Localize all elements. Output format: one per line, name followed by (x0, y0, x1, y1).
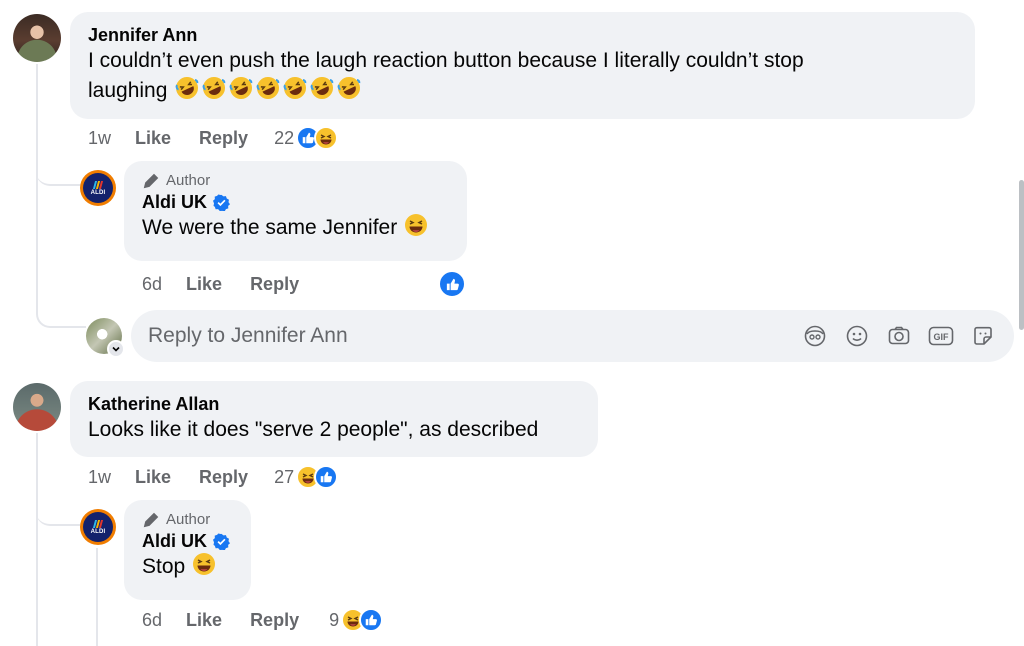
avatar[interactable]: ALDI (80, 509, 116, 545)
comment-timestamp[interactable]: 1w (88, 467, 111, 488)
avatar[interactable]: ALDI (80, 170, 116, 206)
reply-bubble: Author Aldi UK Stop (124, 500, 251, 600)
avatar[interactable] (13, 14, 61, 62)
reply-author[interactable]: Aldi UK (142, 191, 207, 213)
sticker-icon[interactable] (970, 323, 996, 349)
verified-badge-icon (213, 533, 230, 550)
rolling-laughing-emoji (175, 76, 199, 109)
haha-reaction-icon[interactable] (314, 126, 339, 150)
grinning-squinting-emoji (404, 213, 428, 246)
thread-branch (36, 500, 80, 526)
avatar[interactable] (13, 383, 61, 431)
reply-button[interactable]: Reply (199, 128, 248, 149)
like-button[interactable]: Like (135, 467, 171, 488)
reaction-count[interactable]: 9 (329, 610, 339, 631)
reply-text: Stop (142, 552, 237, 585)
rolling-laughing-emoji (256, 76, 280, 109)
pen-icon (143, 173, 159, 189)
comment-text-line2: laughing (88, 79, 168, 102)
verified-badge-icon (213, 194, 230, 211)
comment-bubble: Jennifer Ann I couldn’t even push the la… (70, 12, 975, 119)
reply-input[interactable]: Reply to Jennifer Ann GIF (131, 310, 1014, 362)
rolling-laughing-emoji (310, 76, 334, 109)
pen-icon (143, 512, 159, 528)
reply-text: We were the same Jennifer (142, 213, 453, 246)
comment-thread: Jennifer Ann I couldn’t even push the la… (0, 0, 1024, 646)
comment-author[interactable]: Jennifer Ann (88, 24, 961, 46)
comment-bubble: Katherine Allan Looks like it does "serv… (70, 381, 598, 457)
comment-timestamp[interactable]: 1w (88, 128, 111, 149)
comment-actions: 1w Like Reply 27 (88, 463, 339, 491)
like-button[interactable]: Like (186, 274, 222, 295)
thread-line (36, 433, 38, 646)
reply-actions: 6d Like Reply (142, 270, 327, 298)
comment-actions: 1w Like Reply 22 (88, 124, 339, 152)
author-badge: Author (142, 171, 453, 191)
avatar-sticker-icon[interactable] (802, 323, 828, 349)
thread-line (36, 64, 38, 306)
like-button[interactable]: Like (135, 128, 171, 149)
grinning-squinting-emoji (192, 552, 216, 585)
aldi-logo-text: ALDI (90, 189, 106, 196)
like-reaction-icon[interactable] (438, 270, 466, 298)
laughing-emoji-row (173, 77, 361, 102)
rolling-laughing-emoji (283, 76, 307, 109)
aldi-logo-text: ALDI (90, 528, 106, 535)
reply-author[interactable]: Aldi UK (142, 530, 207, 552)
comment-text-line1: I couldn’t even push the laugh reaction … (88, 49, 804, 72)
reaction-count[interactable]: 22 (274, 128, 294, 149)
reply-button[interactable]: Reply (250, 610, 299, 631)
comment-text: I couldn’t even push the laugh reaction … (88, 46, 961, 109)
scrollbar[interactable] (1019, 180, 1024, 330)
gif-icon[interactable]: GIF (928, 323, 954, 349)
chevron-down-icon[interactable] (107, 340, 125, 358)
reply-bubble: Author Aldi UK We were the same Jennifer (124, 161, 467, 261)
reply-timestamp[interactable]: 6d (142, 274, 162, 295)
reply-actions: 6d Like Reply 9 (142, 606, 384, 634)
like-button[interactable]: Like (186, 610, 222, 631)
camera-icon[interactable] (886, 323, 912, 349)
thread-branch (36, 160, 80, 186)
rolling-laughing-emoji (229, 76, 253, 109)
rolling-laughing-emoji (337, 76, 361, 109)
thread-line (96, 548, 98, 646)
author-badge-label: Author (166, 172, 211, 189)
author-badge: Author (142, 510, 237, 530)
reply-button[interactable]: Reply (199, 467, 248, 488)
reply-timestamp[interactable]: 6d (142, 610, 162, 631)
like-reaction-icon[interactable] (314, 465, 339, 489)
author-badge-label: Author (166, 511, 211, 528)
thread-branch (36, 300, 86, 328)
composer-icons: GIF (802, 323, 996, 349)
comment-author[interactable]: Katherine Allan (88, 393, 584, 415)
reaction-count[interactable]: 27 (274, 467, 294, 488)
emoji-icon[interactable] (844, 323, 870, 349)
like-reaction-icon[interactable] (359, 608, 384, 632)
reply-button[interactable]: Reply (250, 274, 299, 295)
comment-text: Looks like it does "serve 2 people", as … (88, 418, 539, 441)
svg-text:GIF: GIF (934, 332, 950, 342)
rolling-laughing-emoji (202, 76, 226, 109)
reply-input-placeholder[interactable]: Reply to Jennifer Ann (148, 324, 802, 348)
